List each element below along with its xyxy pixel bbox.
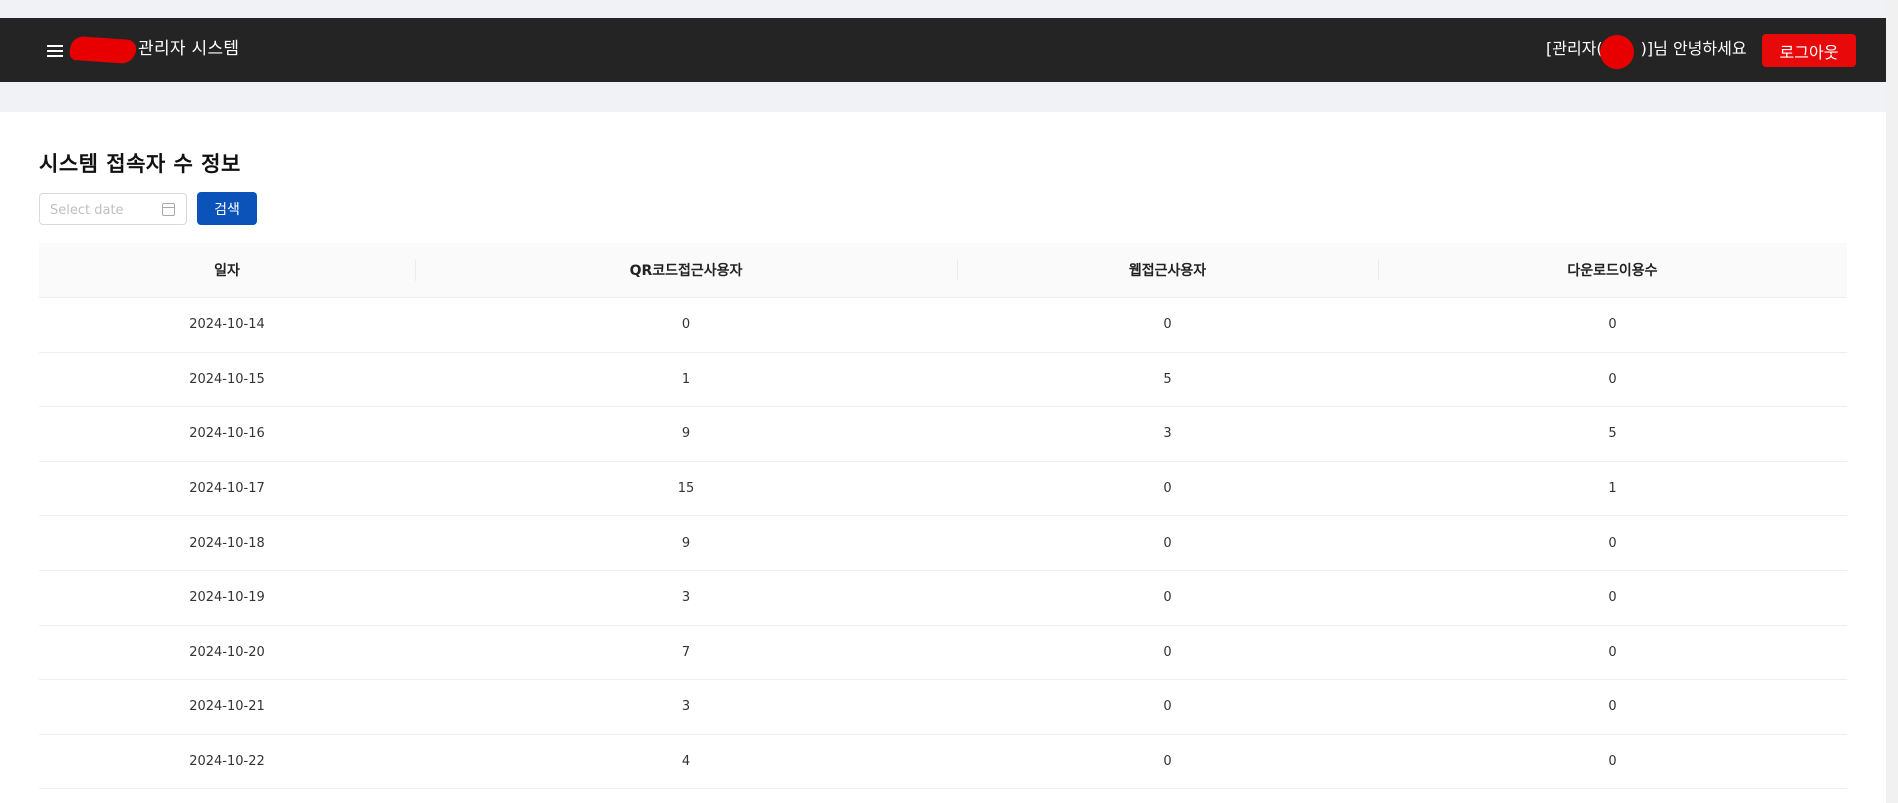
redacted-logo [69, 35, 137, 65]
cell-web-users: 0 [1163, 317, 1172, 333]
cell-date: 2024-10-21 [189, 699, 265, 715]
table-row: 2024-10-20 7 0 0 [39, 626, 1847, 681]
table-header: 일자 QR코드접근사용자 웹접근사용자 다운로드이용수 [39, 243, 1847, 298]
table-row: 2024-10-15 1 5 0 [39, 353, 1847, 408]
table-row: 2024-10-19 3 0 0 [39, 571, 1847, 626]
cell-downloads: 0 [1608, 317, 1617, 333]
calendar-icon[interactable] [162, 203, 175, 216]
cell-date: 2024-10-20 [189, 644, 265, 660]
cell-qr-users: 1 [681, 371, 691, 387]
cell-downloads: 0 [1608, 754, 1617, 770]
column-header-qr-users[interactable]: QR코드접근사용자 [415, 243, 957, 297]
greeting-suffix: )]님 안녕하세요 [1640, 39, 1747, 58]
date-input[interactable] [50, 200, 150, 220]
table-row: 2024-10-18 9 0 0 [39, 516, 1847, 571]
cell-date: 2024-10-17 [189, 481, 265, 497]
cell-date: 2024-10-19 [189, 590, 265, 606]
cell-downloads: 5 [1608, 426, 1617, 442]
table-row: 2024-10-22 4 0 0 [39, 735, 1847, 790]
date-picker[interactable] [39, 193, 187, 225]
cell-date: 2024-10-22 [189, 754, 265, 770]
cell-downloads: 0 [1608, 371, 1617, 387]
redacted-username [1600, 35, 1634, 69]
cell-web-users: 0 [1163, 590, 1172, 606]
cell-web-users: 0 [1163, 644, 1172, 660]
cell-web-users: 0 [1163, 699, 1172, 715]
top-header-bar: 관리자 시스템 [관리자( )]님 안녕하세요 로그아웃 [0, 18, 1898, 82]
table-row: 2024-10-21 3 0 0 [39, 680, 1847, 735]
page-title: 시스템 접속자 수 정보 [39, 152, 241, 176]
cell-date: 2024-10-16 [189, 426, 265, 442]
cell-date: 2024-10-18 [189, 535, 265, 551]
cell-qr-users: 15 [677, 481, 695, 497]
cell-web-users: 0 [1163, 481, 1172, 497]
cell-downloads: 1 [1608, 481, 1617, 497]
column-header-web-users[interactable]: 웹접근사용자 [957, 243, 1378, 297]
table-row: 2024-10-16 9 3 5 [39, 407, 1847, 462]
cell-qr-users: 7 [681, 644, 691, 660]
cell-web-users: 0 [1163, 535, 1172, 551]
page: 관리자 시스템 [관리자( )]님 안녕하세요 로그아웃 시스템 접속자 수 정보… [0, 0, 1898, 803]
cell-date: 2024-10-14 [189, 317, 265, 333]
cell-qr-users: 4 [681, 754, 691, 770]
vertical-scrollbar[interactable] [1886, 0, 1898, 803]
user-greeting: [관리자( )]님 안녕하세요 [1546, 38, 1747, 60]
cell-downloads: 0 [1608, 644, 1617, 660]
cell-qr-users: 0 [681, 317, 691, 333]
column-header-date[interactable]: 일자 [39, 243, 415, 297]
main-content: 시스템 접속자 수 정보 검색 일자 QR코드접근사용자 웹접근사용자 다운로드… [0, 112, 1886, 803]
hamburger-menu-icon[interactable] [44, 42, 66, 58]
cell-qr-users: 9 [681, 426, 691, 442]
table-row: 2024-10-14 0 0 0 [39, 298, 1847, 353]
greeting-prefix: [관리자( [1546, 39, 1603, 58]
cell-web-users: 0 [1163, 754, 1172, 770]
table-row: 2024-10-17 15 0 1 [39, 462, 1847, 517]
cell-downloads: 0 [1608, 699, 1617, 715]
cell-qr-users: 3 [681, 699, 691, 715]
cell-qr-users: 3 [681, 590, 691, 606]
cell-web-users: 5 [1163, 371, 1172, 387]
cell-qr-users: 9 [681, 535, 691, 551]
visitor-stats-table: 일자 QR코드접근사용자 웹접근사용자 다운로드이용수 2024-10-14 0… [39, 243, 1847, 790]
cell-web-users: 3 [1163, 426, 1172, 442]
app-title: 관리자 시스템 [138, 39, 240, 59]
cell-downloads: 0 [1608, 535, 1617, 551]
column-header-downloads[interactable]: 다운로드이용수 [1378, 243, 1847, 297]
logout-button[interactable]: 로그아웃 [1762, 34, 1856, 67]
cell-downloads: 0 [1608, 590, 1617, 606]
cell-date: 2024-10-15 [189, 371, 265, 387]
search-button[interactable]: 검색 [197, 192, 257, 225]
